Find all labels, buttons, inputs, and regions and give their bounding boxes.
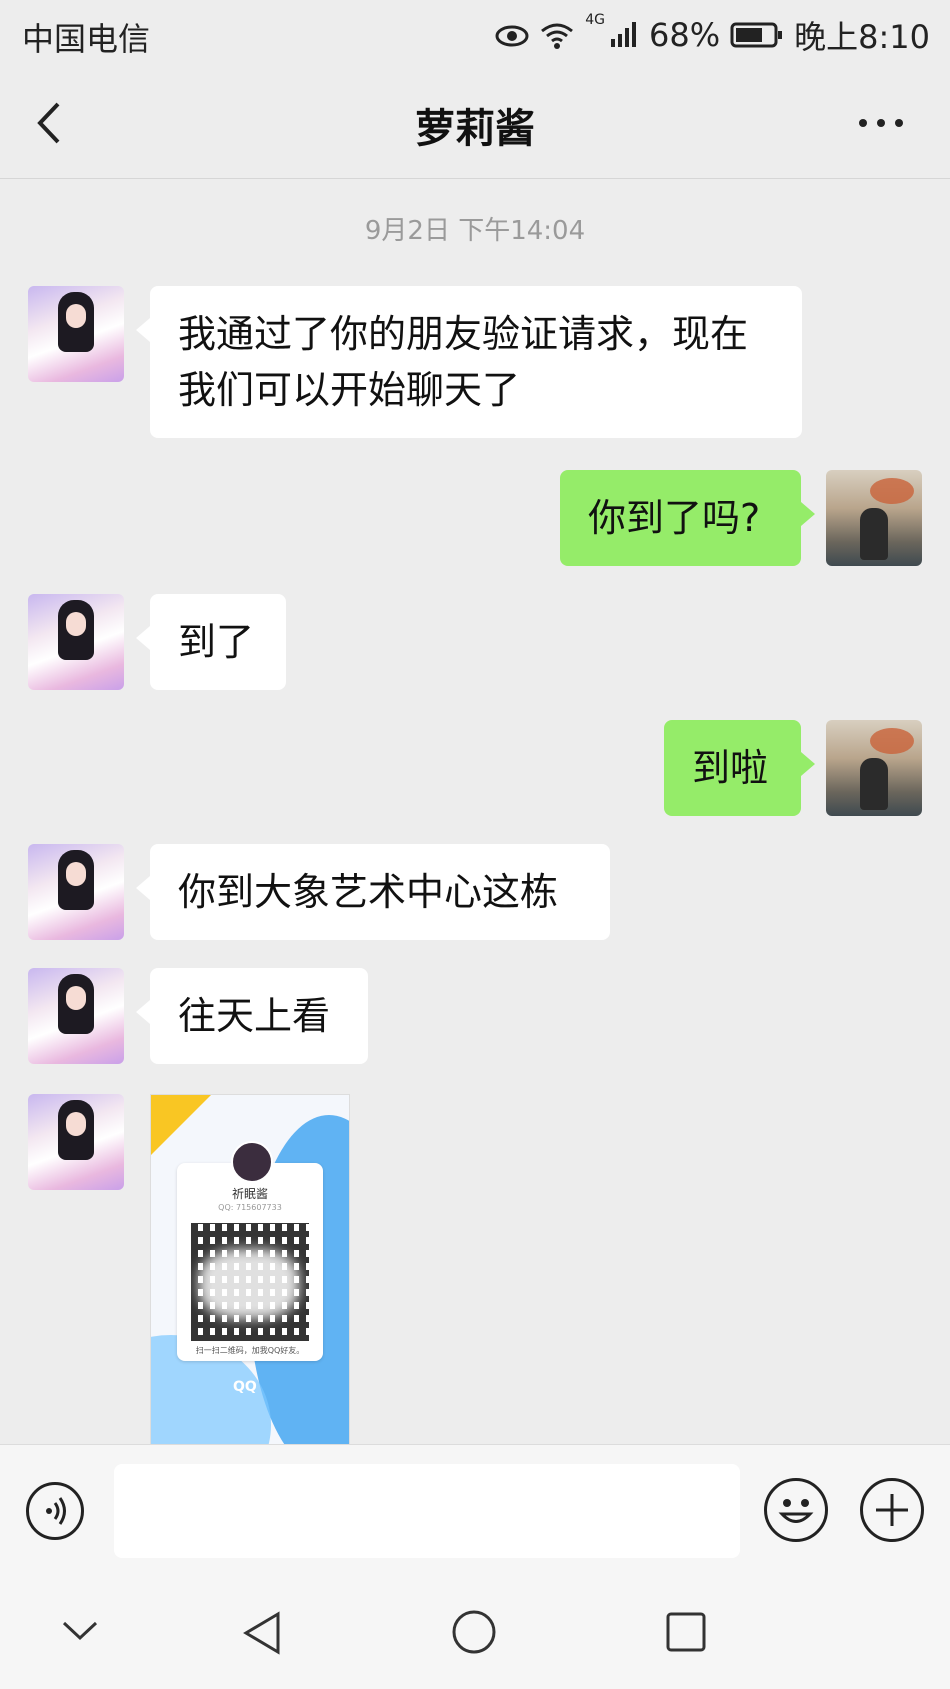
chat-title: 萝莉酱 xyxy=(415,106,535,152)
contact-avatar[interactable] xyxy=(28,1094,124,1190)
message-bubble-received[interactable]: 往天上看 xyxy=(136,968,368,1064)
chat-header: 萝莉酱 xyxy=(0,68,950,179)
system-navigation-bar xyxy=(0,1574,950,1689)
image-message-qr-card[interactable]: 祈眠酱 QQ: 715607733 扫一扫二维码，加我QQ好友。 QQ xyxy=(150,1094,350,1446)
contact-avatar[interactable] xyxy=(28,844,124,940)
my-avatar[interactable] xyxy=(826,720,922,816)
emoji-icon[interactable] xyxy=(764,1478,828,1542)
voice-icon[interactable] xyxy=(26,1482,84,1540)
message-bubble-sent[interactable]: 到啦 xyxy=(664,720,815,816)
my-avatar[interactable] xyxy=(826,470,922,566)
card-name: 祈眠酱 xyxy=(231,1187,268,1201)
qr-contact-card: 祈眠酱 QQ: 715607733 扫一扫二维码，加我QQ好友。 xyxy=(177,1141,323,1361)
battery-percent: 68% xyxy=(649,16,721,54)
message-bubble-sent[interactable]: 你到了吗? xyxy=(560,470,815,566)
home-circle-icon[interactable] xyxy=(450,1608,498,1656)
network-type: 4G xyxy=(585,12,605,28)
message-timestamp: 9月2日 下午14:04 xyxy=(364,216,586,246)
more-options-icon[interactable] xyxy=(856,108,906,138)
eye-icon xyxy=(495,25,529,47)
status-bar: 中国电信 4G 68% 晚上8:10 xyxy=(0,0,950,68)
message-bubble-received[interactable]: 你到大象艺术中心这栋 xyxy=(136,844,610,940)
message-bubble-received[interactable]: 我通过了你的朋友验证请求，现在我们可以开始聊天了 xyxy=(136,286,802,438)
message-text-input[interactable] xyxy=(114,1464,740,1558)
contact-avatar[interactable] xyxy=(28,968,124,1064)
status-icons: 4G 68% 晚上8:10 xyxy=(495,12,930,58)
clock: 晚上8:10 xyxy=(794,18,930,56)
back-triangle-icon[interactable] xyxy=(240,1610,284,1656)
carrier-name: 中国电信 xyxy=(22,20,151,58)
signal-icon xyxy=(611,22,636,47)
chevron-down-icon[interactable] xyxy=(60,1618,100,1644)
plus-icon[interactable] xyxy=(860,1478,924,1542)
battery-icon xyxy=(730,22,783,48)
card-qq-number: QQ: 715607733 xyxy=(218,1203,282,1212)
card-caption: 扫一扫二维码，加我QQ好友。 xyxy=(195,1346,305,1355)
wifi-icon xyxy=(541,23,574,49)
card-avatar xyxy=(231,1141,273,1183)
contact-avatar[interactable] xyxy=(28,286,124,382)
qr-obscured-area xyxy=(199,1249,299,1319)
recents-square-icon[interactable] xyxy=(664,1610,708,1654)
message-bubble-received[interactable]: 到了 xyxy=(136,594,286,690)
qq-brand-label: QQ xyxy=(233,1379,257,1395)
message-input-bar xyxy=(0,1444,950,1575)
contact-avatar[interactable] xyxy=(28,594,124,690)
